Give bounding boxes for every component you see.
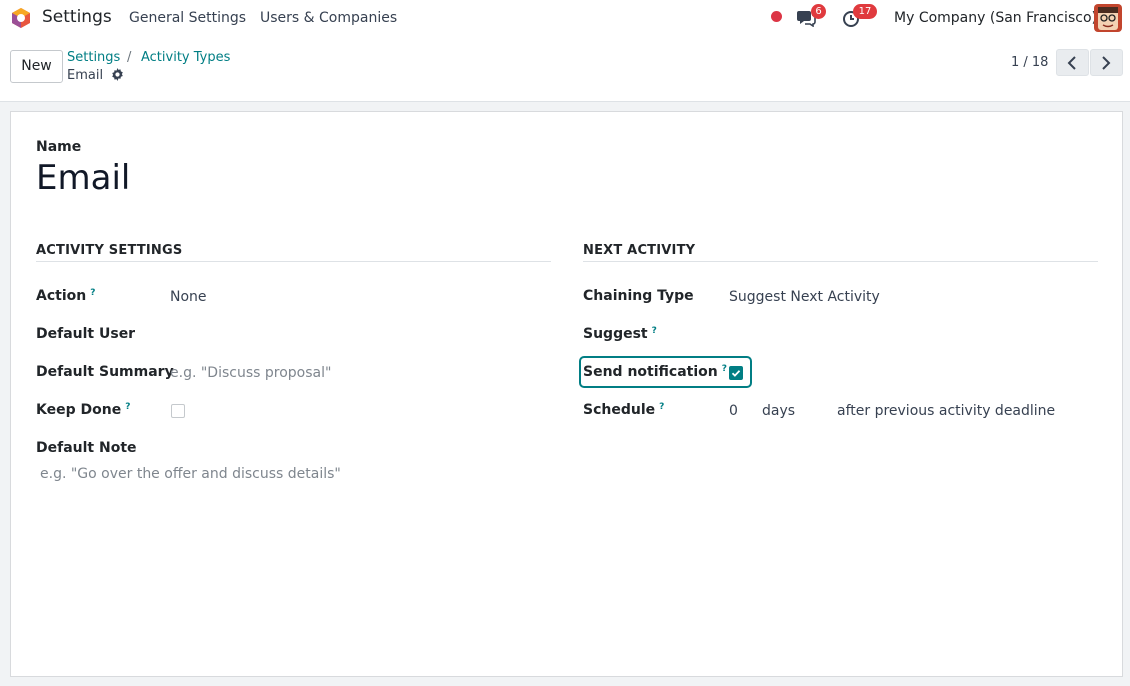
send-notification-checkbox[interactable] [729, 366, 743, 380]
odoo-logo-icon[interactable] [10, 7, 32, 29]
action-label: Action? [36, 288, 96, 304]
send-notification-help-icon[interactable]: ? [722, 364, 727, 374]
schedule-help-icon[interactable]: ? [659, 402, 664, 412]
gear-icon[interactable] [111, 68, 124, 81]
new-button[interactable]: New [10, 50, 63, 83]
company-switcher[interactable]: My Company (San Francisco) [894, 10, 1097, 26]
default-note-label: Default Note [36, 440, 137, 456]
control-panel: New Settings / Activity Types Email 1 / … [0, 36, 1130, 102]
status-indicator [771, 11, 782, 22]
messages-badge: 6 [811, 4, 826, 19]
menu-users-companies[interactable]: Users & Companies [260, 10, 397, 26]
schedule-unit-select[interactable]: days [762, 403, 795, 419]
breadcrumb-settings[interactable]: Settings [67, 50, 120, 65]
checkmark-icon [731, 370, 741, 377]
next-activity-title: NEXT ACTIVITY [583, 243, 696, 258]
default-summary-label: Default Summary [36, 364, 174, 380]
top-navbar: Settings General Settings Users & Compan… [0, 0, 1130, 36]
suggest-label: Suggest? [583, 326, 657, 342]
breadcrumb-current: Email [67, 68, 104, 83]
pager-value[interactable]: 1 / 18 [1011, 55, 1048, 70]
keep-done-label: Keep Done? [36, 402, 131, 418]
keep-done-help-icon[interactable]: ? [125, 402, 130, 412]
chevron-right-icon [1102, 56, 1111, 70]
menu-general-settings[interactable]: General Settings [129, 10, 246, 26]
app-name[interactable]: Settings [42, 7, 112, 27]
user-avatar[interactable] [1094, 4, 1122, 32]
suggest-field[interactable] [729, 326, 1089, 346]
activities-badge: 17 [853, 4, 877, 19]
default-summary-input[interactable]: e.g. "Discuss proposal" [170, 365, 331, 381]
pager-previous-button[interactable] [1056, 49, 1089, 76]
name-field[interactable]: Email [36, 158, 130, 198]
action-field[interactable]: None [170, 289, 207, 305]
chevron-left-icon [1067, 56, 1076, 70]
keep-done-checkbox[interactable] [171, 404, 185, 418]
chaining-type-field[interactable]: Suggest Next Activity [729, 289, 880, 305]
name-label: Name [36, 139, 82, 155]
activity-settings-title: ACTIVITY SETTINGS [36, 243, 183, 258]
default-user-label: Default User [36, 326, 136, 342]
activity-settings-divider [36, 261, 551, 262]
action-help-icon[interactable]: ? [90, 288, 95, 298]
default-note-input[interactable]: e.g. "Go over the offer and discuss deta… [40, 466, 341, 482]
send-notification-label: Send notification? [583, 364, 727, 380]
breadcrumb-separator: / [127, 50, 132, 65]
suggest-help-icon[interactable]: ? [652, 326, 657, 336]
breadcrumb-activity-types[interactable]: Activity Types [141, 50, 230, 65]
chaining-type-label: Chaining Type [583, 288, 694, 304]
avatar-face-icon [1094, 4, 1122, 32]
schedule-label: Schedule? [583, 402, 665, 418]
form-sheet: Name Email ACTIVITY SETTINGS Action? Non… [10, 111, 1123, 677]
next-activity-divider [583, 261, 1098, 262]
schedule-delay-input[interactable]: 0 [729, 403, 738, 419]
pager-next-button[interactable] [1090, 49, 1123, 76]
default-user-field[interactable] [170, 326, 530, 346]
schedule-relative-select[interactable]: after previous activity deadline [837, 403, 1055, 419]
